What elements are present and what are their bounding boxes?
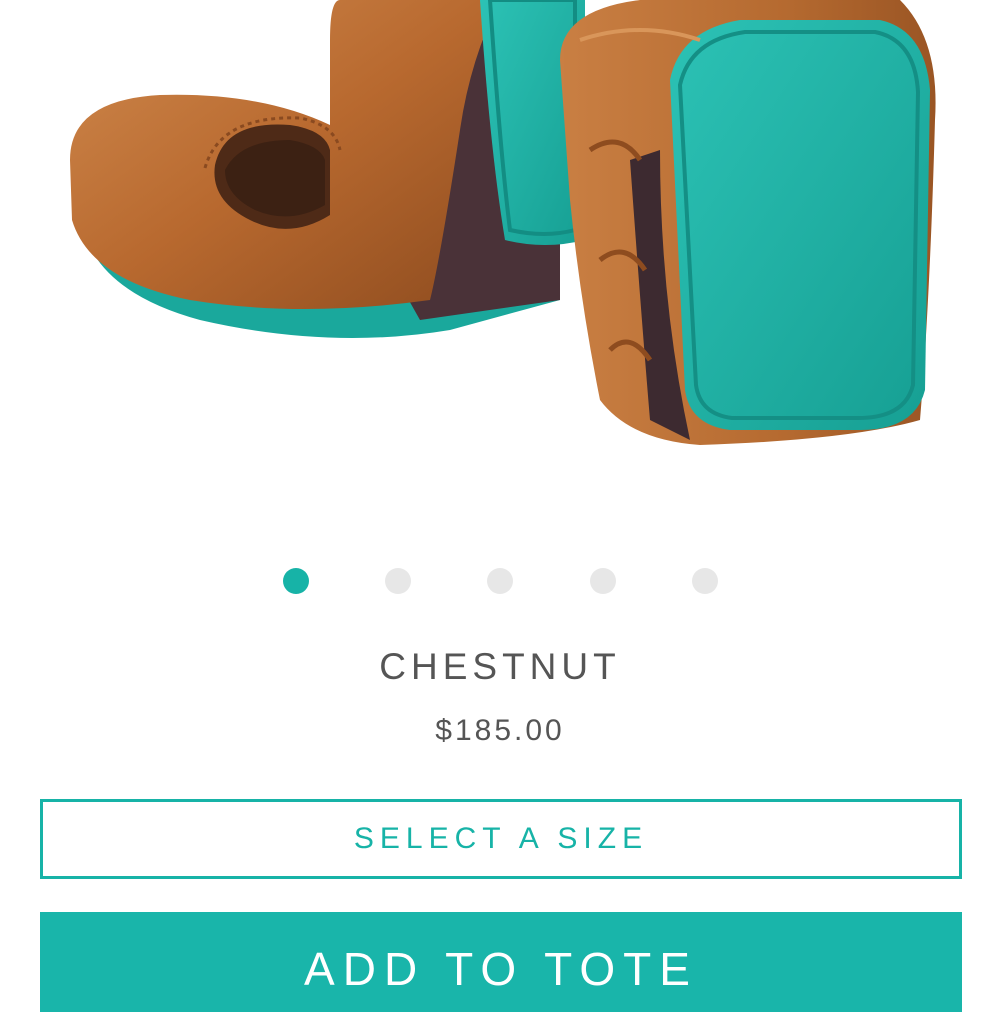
carousel-dot-5[interactable]: [692, 568, 718, 594]
product-name: CHESTNUT: [379, 646, 621, 687]
select-size-label: SELECT A SIZE: [353, 822, 649, 855]
select-size-button[interactable]: SELECT A SIZE: [40, 799, 962, 879]
add-to-tote-label: ADD TO TOTE: [304, 943, 698, 995]
add-to-tote-button[interactable]: ADD TO TOTE: [40, 912, 962, 1012]
shoe-illustration: [70, 0, 936, 445]
carousel-dot-4[interactable]: [590, 568, 616, 594]
product-image[interactable]: [0, 0, 1000, 530]
product-price: $185.00: [435, 714, 565, 747]
carousel-dot-2[interactable]: [385, 568, 411, 594]
carousel-dot-1[interactable]: [283, 568, 309, 594]
carousel-pagination: [0, 568, 1000, 596]
carousel-dot-3[interactable]: [487, 568, 513, 594]
